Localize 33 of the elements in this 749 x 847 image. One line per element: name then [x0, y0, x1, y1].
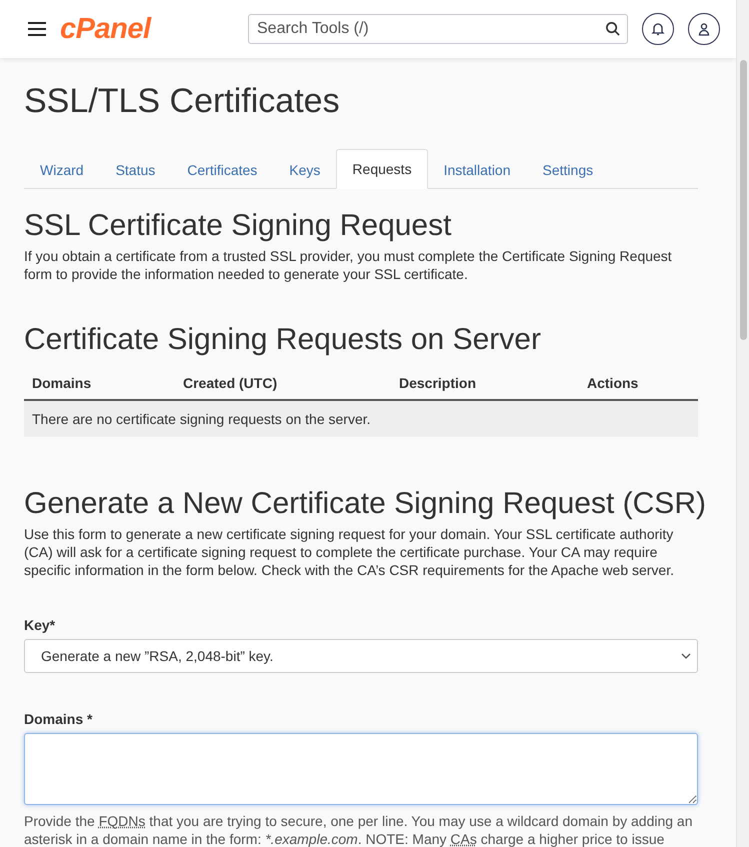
user-button[interactable]	[688, 13, 720, 45]
tab[interactable]: Installation	[428, 149, 527, 189]
search-icon	[605, 21, 620, 36]
section-heading: Certificate Signing Requests on Server	[24, 322, 542, 358]
section-heading: Generate a New Certificate Signing Request (CSR)	[24, 486, 707, 522]
user-icon	[697, 22, 711, 36]
column-header: Description	[399, 375, 478, 391]
page-title: SSL/TLS Certificates	[24, 82, 341, 121]
tab[interactable]: Wizard	[24, 149, 100, 189]
bell-icon	[651, 22, 665, 36]
tab[interactable]: Keys	[273, 149, 336, 189]
scrollbar-thumb[interactable]	[740, 60, 746, 340]
tab[interactable]: Requests	[336, 149, 428, 189]
menu-icon[interactable]	[28, 22, 46, 36]
tab[interactable]: Settings	[526, 149, 610, 189]
chevron-down-icon	[681, 653, 691, 659]
domains-field[interactable]	[24, 733, 698, 805]
notifications-button[interactable]	[642, 13, 674, 45]
cpanel-logo[interactable]: cPanel	[60, 12, 150, 46]
intro-text: If you obtain a certificate from a trusted SSL provider, you must complete the Certificate Signing Request form to provide the information needed to generate your SSL certificate.	[24, 247, 673, 283]
field-label: Key*	[24, 617, 56, 633]
description-text: Use this form to generate a new certificate signing request for your domain. Your SSL certificate authority (CA) will ask for a certificate signing request to complete the certificate purchase. Your CA may require specific information in the form below. Check with the CA’s CSR requirements for the Apache web server.	[24, 525, 676, 579]
section-heading: SSL Certificate Signing Request	[24, 208, 452, 244]
help-text: Provide the FQDNs that you are trying to secure, one per line. You may use a wildcard domain by adding an asterisk in a domain name in the form: *.example.com. NOTE: Many CAs charge a higher price to issue	[24, 812, 694, 847]
column-header: Actions	[587, 375, 640, 391]
column-header: Created (UTC)	[183, 375, 278, 391]
search-field[interactable]: Search Tools (/)	[248, 14, 628, 44]
empty-table-message: There are no certificate signing requests on the server.	[24, 401, 698, 437]
column-header: Domains	[32, 375, 92, 391]
key-select[interactable]: Generate a new ”RSA, 2,048-bit” key.	[24, 639, 698, 673]
tab[interactable]: Status	[100, 149, 172, 189]
field-label: Domains *	[24, 711, 94, 727]
tab[interactable]: Certificates	[171, 149, 274, 189]
